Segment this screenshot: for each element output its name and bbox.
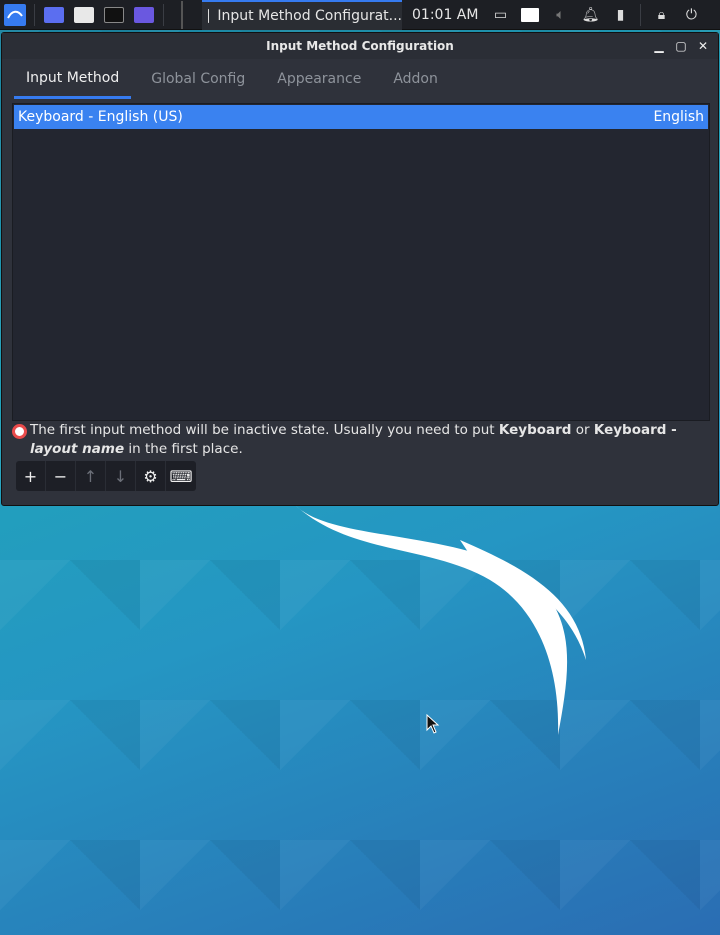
notice-italic-layout-name: layout name: [30, 441, 125, 457]
taskbar-window-title: Input Method Configurat...: [217, 7, 402, 24]
list-toolbar: + − ↑ ↓ ⚙ ⌨: [16, 461, 196, 491]
notice-bold-keyboard-layout: Keyboard -: [593, 422, 677, 438]
tab-bar: Input Method Global Config Appearance Ad…: [2, 59, 718, 99]
workspace-switcher[interactable]: [170, 0, 194, 29]
remove-icon[interactable]: −: [46, 461, 76, 491]
window-app-icon: [208, 8, 210, 23]
logout-icon[interactable]: ⏻: [677, 0, 705, 30]
clock[interactable]: 01:01 AM: [412, 7, 478, 23]
notice-text-1: The first input method will be inactive …: [30, 422, 499, 438]
notice-text-3: in the first place.: [124, 441, 243, 457]
keyboard-layout-icon[interactable]: [516, 0, 544, 30]
taskbar-separator: [640, 3, 642, 26]
display-icon[interactable]: ▭: [486, 0, 514, 30]
terminal-icon[interactable]: [99, 0, 129, 30]
file-manager-icon[interactable]: [69, 0, 99, 30]
input-method-list[interactable]: Keyboard - English (US) English: [12, 103, 710, 421]
lock-icon[interactable]: 🔒︎: [647, 0, 675, 30]
input-method-language: English: [653, 109, 704, 125]
mouse-cursor-icon: [426, 714, 440, 734]
taskbar-separator: [163, 3, 164, 26]
configure-gear-icon[interactable]: ⚙: [136, 461, 166, 491]
notice-bold-keyboard: Keyboard: [498, 422, 572, 438]
notice-text-2: or: [571, 422, 594, 438]
taskbar-separator: [34, 3, 35, 26]
tab-addon[interactable]: Addon: [381, 59, 450, 99]
move-up-icon[interactable]: ↑: [76, 461, 106, 491]
minimize-icon[interactable]: ▁: [650, 37, 668, 55]
kali-dragon-swoosh: [295, 505, 586, 735]
lifebuoy-icon: [12, 424, 27, 439]
input-method-config-window: Input Method Configuration ▁ ▢ ✕ Input M…: [1, 32, 719, 506]
show-desktop-icon[interactable]: [39, 0, 69, 30]
keyboard-layout-button-icon[interactable]: ⌨: [166, 461, 196, 491]
input-method-name: Keyboard - English (US): [18, 109, 183, 125]
battery-icon[interactable]: ▮: [606, 0, 634, 30]
tab-input-method[interactable]: Input Method: [14, 59, 132, 99]
notification-bell-icon[interactable]: 🔔︎: [576, 0, 604, 30]
add-icon[interactable]: +: [16, 461, 46, 491]
taskbar-window-button[interactable]: Input Method Configurat...: [202, 0, 402, 30]
window-controls: ▁ ▢ ✕: [650, 37, 712, 55]
system-tray: ▭ 🔈︎ 🔔︎ ▮ 🔒︎ ⏻: [486, 0, 705, 30]
kali-menu-icon[interactable]: [0, 0, 30, 30]
list-item[interactable]: Keyboard - English (US) English: [14, 105, 708, 129]
window-titlebar[interactable]: Input Method Configuration ▁ ▢ ✕: [2, 33, 718, 59]
close-icon[interactable]: ✕: [694, 37, 712, 55]
tab-appearance[interactable]: Appearance: [265, 59, 373, 99]
screen-recorder-icon[interactable]: [129, 0, 159, 30]
info-notice: The first input method will be inactive …: [12, 421, 710, 459]
window-title: Input Method Configuration: [266, 39, 454, 53]
move-down-icon[interactable]: ↓: [106, 461, 136, 491]
maximize-icon[interactable]: ▢: [672, 37, 690, 55]
tab-global-config[interactable]: Global Config: [139, 59, 257, 99]
volume-icon[interactable]: 🔈︎: [546, 0, 574, 30]
taskbar: Input Method Configurat... 01:01 AM ▭ 🔈︎…: [0, 0, 720, 30]
